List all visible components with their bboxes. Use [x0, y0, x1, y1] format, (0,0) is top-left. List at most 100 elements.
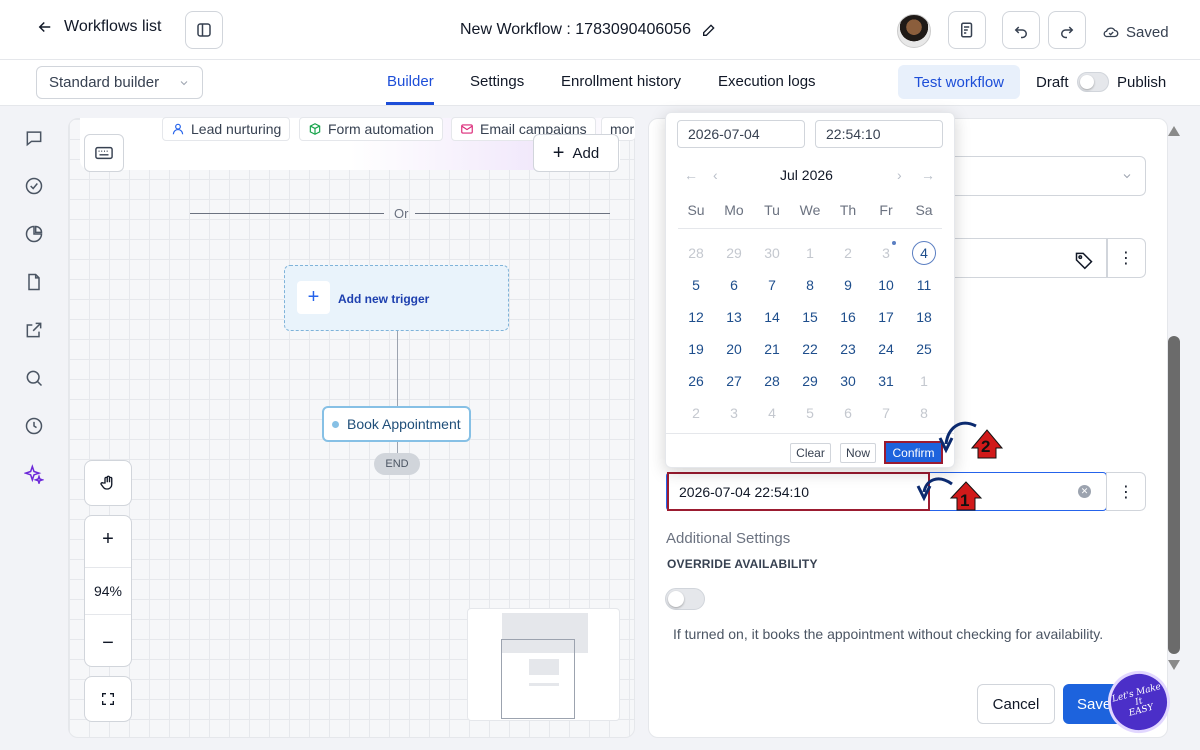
calendar-day[interactable]: 25	[905, 337, 943, 361]
pie-chart-icon[interactable]	[24, 224, 48, 248]
prev-month-icon[interactable]: ‹	[713, 167, 718, 183]
calendar-day[interactable]: 23	[829, 337, 867, 361]
calendar-day[interactable]: 7	[753, 273, 791, 297]
user-avatar[interactable]	[897, 14, 931, 48]
calendar-day[interactable]: 12	[677, 305, 715, 329]
picker-time-input[interactable]: 22:54:10	[815, 120, 943, 148]
history-clock-icon[interactable]	[24, 416, 48, 440]
undo-button[interactable]	[1002, 11, 1040, 49]
tab-execution-logs[interactable]: Execution logs	[718, 73, 816, 90]
calendar-day[interactable]: 14	[753, 305, 791, 329]
sparkles-icon[interactable]	[23, 464, 48, 488]
calendar-day[interactable]: 30	[829, 369, 867, 393]
chip-lead-nurturing[interactable]: Lead nurturing	[162, 117, 291, 141]
add-button[interactable]: + Add	[533, 134, 619, 172]
book-appointment-node[interactable]: Book Appointment	[322, 406, 471, 442]
external-link-icon[interactable]	[24, 320, 48, 344]
more-options-button[interactable]: ⋮	[1106, 238, 1146, 278]
calendar-day[interactable]: 6	[715, 273, 753, 297]
calendar-day-selected[interactable]: 4	[905, 241, 943, 265]
calendar-day: 7	[882, 405, 890, 421]
calendar-day[interactable]: 31	[867, 369, 905, 393]
calendar-day: 28	[688, 245, 704, 261]
scroll-down-arrow[interactable]	[1168, 660, 1180, 670]
override-availability-toggle[interactable]	[665, 588, 705, 610]
calendar-day[interactable]: 24	[867, 337, 905, 361]
picker-now-button[interactable]: Now	[840, 443, 876, 463]
or-divider-left	[190, 213, 384, 214]
saved-status: Saved	[1102, 23, 1169, 41]
calendar-day[interactable]: 21	[753, 337, 791, 361]
expand-icon	[102, 693, 114, 705]
weekday-label: Mo	[724, 202, 744, 218]
calendar-day[interactable]: 15	[791, 305, 829, 329]
calendar-day[interactable]: 28	[753, 369, 791, 393]
builder-type-select[interactable]: Standard builder	[36, 66, 203, 99]
test-workflow-button[interactable]: Test workflow	[898, 65, 1020, 99]
picker-clear-button[interactable]: Clear	[790, 443, 831, 463]
additional-settings-heading: Additional Settings	[666, 530, 791, 547]
file-icon[interactable]	[24, 272, 48, 296]
more-options-button[interactable]: ⋮	[1106, 472, 1146, 511]
zoom-in-button[interactable]: +	[85, 516, 131, 562]
redo-button[interactable]	[1048, 11, 1086, 49]
calendar-day[interactable]: 22	[791, 337, 829, 361]
minimap-end-block	[529, 683, 559, 686]
search-icon[interactable]	[24, 368, 48, 392]
calendar-day[interactable]: 16	[829, 305, 867, 329]
calendar-day[interactable]: 13	[715, 305, 753, 329]
calendar-day[interactable]: 9	[829, 273, 867, 297]
zoom-out-button[interactable]: −	[85, 620, 131, 666]
clear-input-icon[interactable]: ✕	[1078, 485, 1091, 498]
scroll-up-arrow[interactable]	[1168, 126, 1180, 136]
weekday-label: We	[799, 202, 821, 218]
calendar-day[interactable]: 29	[791, 369, 829, 393]
pencil-edit-icon[interactable]	[701, 22, 717, 38]
plus-icon: +	[552, 141, 565, 164]
fit-screen-button[interactable]	[84, 676, 132, 722]
check-circle-icon[interactable]	[24, 176, 48, 200]
publish-toggle[interactable]	[1077, 72, 1109, 92]
tag-icon[interactable]	[1074, 250, 1094, 270]
calendar-day[interactable]: 8	[791, 273, 829, 297]
calendar-day: 5	[806, 405, 814, 421]
calendar-day[interactable]: 26	[677, 369, 715, 393]
tab-builder[interactable]: Builder	[387, 73, 434, 90]
calendar-day[interactable]: 27	[715, 369, 753, 393]
calendar-day[interactable]: 20	[715, 337, 753, 361]
calendar-day[interactable]: 17	[867, 305, 905, 329]
panel-select-field[interactable]	[934, 156, 1146, 196]
chat-bubble-icon[interactable]	[24, 128, 48, 152]
next-month-icon[interactable]: ›	[897, 167, 902, 183]
chip-label: Form automation	[328, 121, 434, 137]
cancel-button[interactable]: Cancel	[977, 684, 1055, 724]
chevron-down-icon	[1123, 174, 1131, 179]
pan-hand-button[interactable]	[84, 460, 132, 506]
chip-form-automation[interactable]: Form automation	[299, 117, 443, 141]
minimap-node-block	[529, 659, 559, 675]
canvas-minimap[interactable]	[467, 608, 620, 721]
back-to-workflows-link[interactable]: Workflows list	[36, 18, 162, 36]
calendar-day: 29	[726, 245, 742, 261]
calendar-day: 2	[692, 405, 700, 421]
tab-enrollment-history[interactable]: Enrollment history	[561, 73, 681, 90]
add-button-label: Add	[572, 144, 600, 162]
panel-scrollbar[interactable]	[1168, 336, 1180, 654]
plus-icon[interactable]: +	[297, 281, 330, 314]
toggle-sidebar-button[interactable]	[185, 11, 223, 49]
calendar-day[interactable]: 19	[677, 337, 715, 361]
calendar-day[interactable]: 11	[905, 273, 943, 297]
weekday-label: Tu	[764, 202, 780, 218]
picker-date-input[interactable]: 2026-07-04	[677, 120, 805, 148]
panel-tag-field[interactable]	[934, 238, 1108, 278]
tab-settings[interactable]: Settings	[470, 73, 524, 90]
calendar-day[interactable]: 10	[867, 273, 905, 297]
prev-year-icon[interactable]: ←	[684, 167, 698, 183]
minimap-viewport[interactable]	[501, 639, 575, 719]
workflow-notes-button[interactable]	[948, 11, 986, 49]
keyboard-shortcuts-button[interactable]	[84, 134, 124, 172]
next-year-icon[interactable]: →	[921, 167, 935, 183]
active-tab-indicator	[386, 102, 434, 105]
calendar-day[interactable]: 18	[905, 305, 943, 329]
calendar-day[interactable]: 5	[677, 273, 715, 297]
